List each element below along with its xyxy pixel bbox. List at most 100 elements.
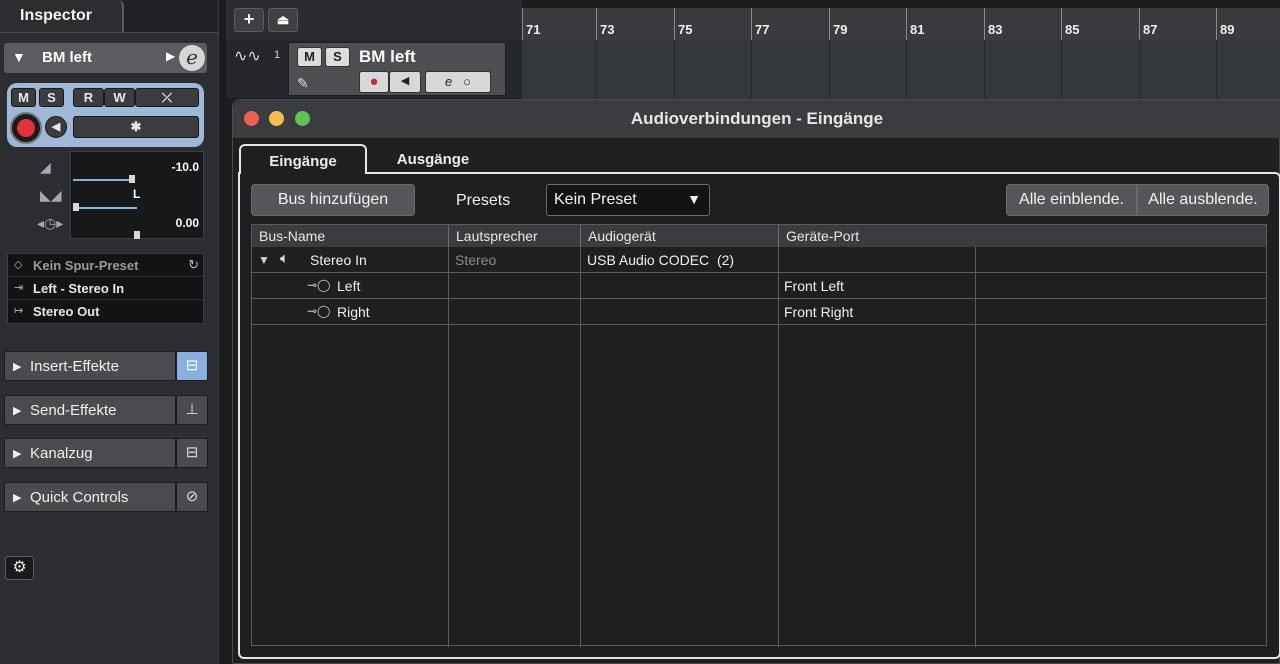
track-header-panel[interactable]: M S BM left ✎ ● ◀ e ○ [288,42,506,96]
hide-all-button[interactable]: Alle ausblende. [1137,184,1269,216]
grid-line [674,40,675,100]
ruler-mark: 73 [596,8,614,40]
add-bus-button[interactable]: Bus hinzufügen [251,184,415,216]
inspector-track-header[interactable]: ▼ BM left ▶ e [4,43,207,73]
dropdown-arrow-icon: ▼ [687,191,701,207]
delay-icon: ◂◷▸ [37,215,64,231]
speaker-icon: ◀ [400,75,410,87]
delay-fader-handle[interactable] [134,231,140,239]
section-channel-strip-header[interactable]: ▶ Kanalzug [4,438,176,468]
audio-waveform-icon: ∿∿ [234,48,261,65]
speaker-cell: Stereo [455,252,497,268]
track-record-button[interactable]: ● [359,71,389,93]
track-preset-row[interactable]: ◇ Kein Spur-Preset ↻ [8,254,203,277]
grid-line [829,40,830,100]
edit-icon: e [445,74,453,89]
insert-bypass-icon[interactable]: ⊟ [176,351,208,381]
event-display[interactable] [522,40,1280,100]
solo-button[interactable]: S [39,88,64,107]
section-insert-effects[interactable]: ▶ Insert-Effekte ⊟ [4,351,208,381]
track-preset-label: Kein Spur-Preset [33,258,139,273]
track-mute-button[interactable]: M [297,47,322,67]
table-row[interactable]: ▼ 🔈︎ Stereo In Stereo USB Audio CODEC (2… [252,247,1266,273]
preset-dropdown-value: Kein Preset [554,191,637,208]
freeze-icon: ✱ [130,119,142,134]
input-routing-row[interactable]: ⇥ Left - Stereo In [8,277,203,300]
section-label: Quick Controls [30,489,129,506]
volume-fader-handle[interactable] [129,175,135,183]
freeze-button[interactable]: ✱ [73,116,199,138]
ruler-mark: 75 [674,8,692,40]
record-enable-button[interactable] [10,112,42,144]
bus-table: Bus-Name Lautsprecher Audiogerät Geräte-… [251,224,1267,647]
bus-name-cell[interactable]: Stereo In [310,252,367,268]
section-quick-controls-header[interactable]: ▶ Quick Controls [4,482,176,512]
monitor-button[interactable]: ◀ [45,116,67,138]
track-row[interactable]: ∿∿ 1 M S BM left ✎ ● ◀ e ○ [226,40,522,98]
show-all-button[interactable]: Alle einblende. [1006,184,1137,216]
column-header-speaker[interactable]: Lautsprecher [449,225,581,247]
speaker-bus-icon: 🔈︎ [280,250,290,267]
arrow-right-icon[interactable]: ▶ [166,49,175,63]
column-header-device[interactable]: Audiogerät [581,225,779,247]
presets-label: Presets [456,192,511,209]
inspector-panel: Inspector ▼ BM left ▶ e M S R W ⤫ ◀ ✱ ◢ … [0,0,219,664]
output-routing-row[interactable]: ↦ Stereo Out [8,300,203,323]
grid-line [1139,40,1140,100]
reset-icon[interactable]: ↻ [188,257,199,273]
inspector-tab[interactable]: Inspector [0,0,124,32]
column-header-port[interactable]: Geräte-Port [779,225,1266,247]
tab-inputs[interactable]: Eingänge [239,144,367,174]
write-automation-button[interactable]: W [104,88,135,107]
channel-strip-icon[interactable]: ⊟ [176,438,208,468]
collapse-triangle-icon[interactable]: ▼ [12,49,26,65]
automation-mode-button[interactable]: ⤫ [135,88,199,107]
read-automation-button[interactable]: R [73,88,104,107]
inspector-body: ▼ BM left ▶ e M S R W ⤫ ◀ ✱ ◢ ◣◢ ◂◷▸ -10… [0,32,218,664]
track-name: BM left [359,47,416,66]
expand-icon: ▶ [13,492,22,504]
mute-button[interactable]: M [11,88,36,107]
quick-controls-icon[interactable]: ⊘ [176,482,208,512]
bus-name-cell[interactable]: Right [337,304,370,320]
expand-icon: ▶ [13,361,22,373]
track-edit-button[interactable]: e ○ [425,71,491,93]
timeline-ruler[interactable]: 71 73 75 77 79 81 83 85 87 89 [522,8,1280,40]
expand-triangle-icon[interactable]: ▼ [258,253,270,267]
pan-fader-track [73,207,137,209]
pan-fader-handle[interactable] [73,203,79,211]
device-cell[interactable]: USB Audio CODEC (2) [587,252,734,268]
section-insert-effects-header[interactable]: ▶ Insert-Effekte [4,351,176,381]
volume-fader-track [73,179,133,181]
column-header-bus-name[interactable]: Bus-Name [252,225,449,247]
add-track-icon[interactable]: + [234,8,264,32]
automation-pen-icon[interactable]: ✎ [297,75,309,92]
bus-name-cell[interactable]: Left [337,278,360,294]
tab-outputs[interactable]: Ausgänge [383,144,483,174]
section-send-effects[interactable]: ▶ Send-Effekte ⊥ [4,395,208,425]
edit-instrument-icon[interactable]: e [179,45,205,71]
dialog-content: Bus hinzufügen Presets Kein Preset ▼ All… [238,172,1280,659]
section-label: Kanalzug [30,445,93,462]
section-channel-strip[interactable]: ▶ Kanalzug ⊟ [4,438,208,468]
table-row[interactable]: ⊸◯ Left Front Left [252,273,1266,299]
ruler-mark: 77 [751,8,769,40]
port-cell[interactable]: Front Right [784,304,853,320]
output-routing-label: Stereo Out [33,304,100,319]
table-row[interactable]: ⊸◯ Right Front Right [252,299,1266,325]
preset-dropdown[interactable]: Kein Preset ▼ [546,184,710,216]
gear-icon[interactable]: ⚙ [5,556,34,580]
pan-icon: ◣◢ [40,187,62,203]
add-track-folder-icon[interactable]: ⏏ [268,8,298,32]
section-quick-controls[interactable]: ▶ Quick Controls ⊘ [4,482,208,512]
track-monitor-button[interactable]: ◀ [389,71,421,93]
send-icon[interactable]: ⊥ [176,395,208,425]
grid-line [596,40,597,100]
dialog-titlebar[interactable]: Audioverbindungen - Eingänge [233,100,1280,138]
record-icon: ● [369,73,379,90]
volume-icon: ◢ [40,159,51,175]
section-send-effects-header[interactable]: ▶ Send-Effekte [4,395,176,425]
port-cell[interactable]: Front Left [784,278,844,294]
track-solo-button[interactable]: S [325,47,350,67]
grid-line [906,40,907,100]
